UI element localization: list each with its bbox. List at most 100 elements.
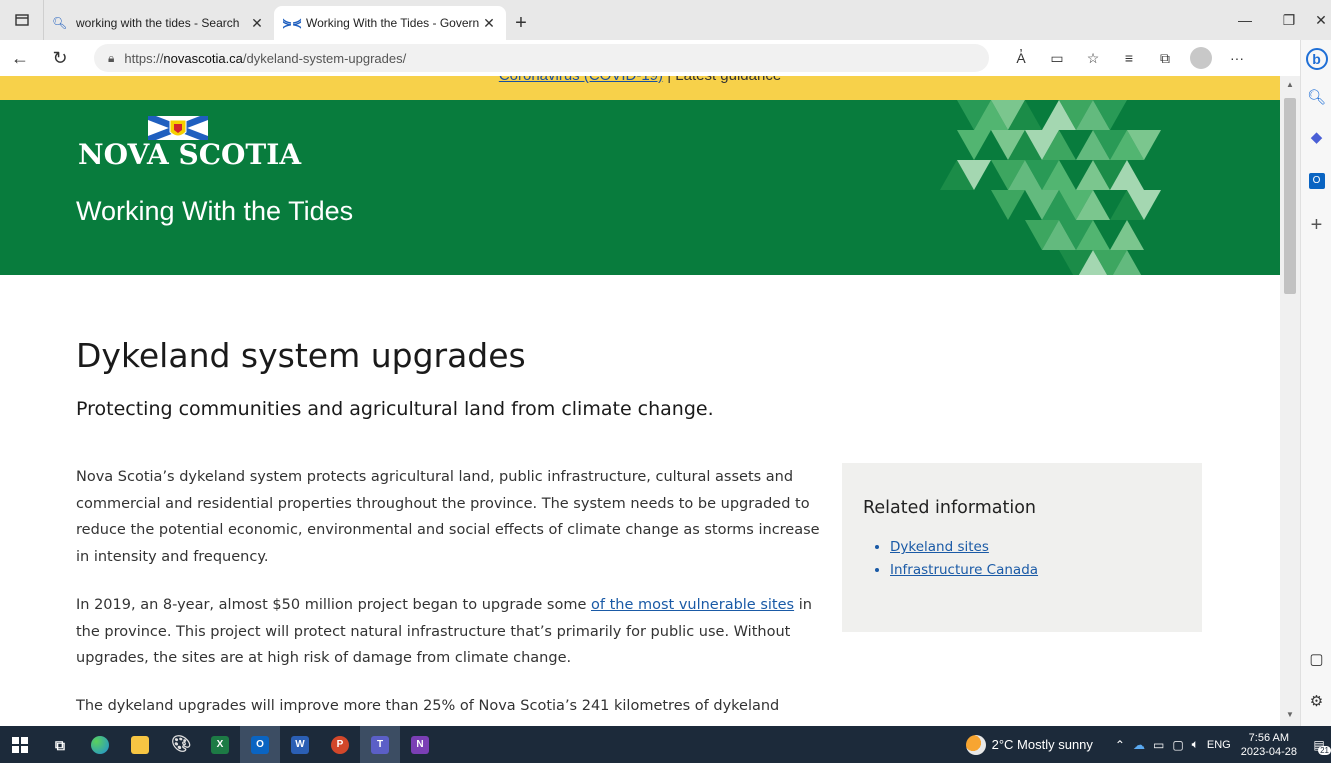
weather-widget[interactable]: 2°C Mostly sunny (965, 734, 1093, 755)
dykeland-sites-link[interactable]: Dykeland sites (890, 539, 989, 555)
minimize-icon[interactable]: — (1223, 0, 1267, 40)
site-banner: NOVA SCOTIA Working With the Tides (0, 100, 1280, 275)
page-title: Dykeland system upgrades (76, 336, 526, 375)
page-scrollbar[interactable]: ▲ ▼ (1280, 76, 1300, 726)
sidebar-settings-icon[interactable]: ⚙ (1301, 692, 1331, 710)
paragraph-2-text: In 2019, an 8-year, almost $50 million p… (76, 597, 591, 613)
alert-separator: | (663, 76, 675, 84)
browser-tab-strip: 🔍︎ working with the tides - Search ✕ ⋟⋞ … (0, 0, 1331, 40)
outlook-icon[interactable]: O (1301, 170, 1331, 189)
favorite-star-icon[interactable]: ☆ (1075, 40, 1111, 76)
back-button[interactable]: ← (0, 40, 40, 76)
decorative-triangle-pattern (940, 100, 1161, 275)
onedrive-icon[interactable]: ☁ (1133, 738, 1145, 752)
favorites-list-icon[interactable]: ≡ (1111, 40, 1147, 76)
immersive-reader-icon[interactable]: ▭ (1039, 40, 1075, 76)
word-button[interactable]: W (280, 726, 320, 763)
pattern-triangle (991, 190, 1025, 220)
notification-button[interactable]: ▤ 21 (1307, 726, 1331, 763)
close-icon[interactable]: ✕ (248, 15, 266, 32)
excel-button[interactable]: X (200, 726, 240, 763)
nova-scotia-flag-icon: ⋟⋞ (282, 16, 303, 30)
sidebar-add-icon[interactable]: + (1301, 214, 1331, 237)
task-view-icon: ⧉ (55, 736, 65, 753)
restore-icon[interactable]: ❐ (1267, 0, 1311, 40)
close-window-icon[interactable]: ✕ (1311, 0, 1331, 40)
sidebar-search-icon[interactable]: 🔍︎ (1301, 88, 1331, 106)
paint-icon: 🎨︎ (171, 735, 192, 753)
teams-icon: T (371, 735, 389, 754)
read-aloud-icon[interactable]: A̓ (1003, 40, 1039, 76)
address-bar[interactable]: 🔒︎ https://novascotia.ca/dykeland-system… (94, 44, 989, 72)
network-icon[interactable]: ▭ (1153, 738, 1164, 752)
powerpoint-icon: P (331, 735, 349, 754)
display-icon[interactable]: ▢ (1172, 738, 1183, 752)
onenote-button[interactable]: N (400, 726, 440, 763)
sidebar-shopping-icon[interactable]: ◆ (1301, 128, 1331, 146)
back-arrow-icon: ← (11, 47, 29, 68)
tab-search[interactable]: 🔍︎ working with the tides - Search ✕ (44, 6, 274, 40)
paragraph-1: Nova Scotia’s dykeland system protects a… (76, 469, 820, 565)
url-path: /dykeland-system-upgrades/ (242, 50, 407, 66)
url-domain: novascotia.ca (163, 50, 243, 66)
related-information-panel: Related information Dykeland sites Infra… (842, 463, 1202, 632)
tab-actions-button[interactable] (0, 0, 44, 40)
weather-text: 2°C Mostly sunny (991, 737, 1093, 752)
scrollbar-thumb[interactable] (1284, 98, 1296, 294)
sun-cloud-icon (965, 734, 986, 755)
paint-button[interactable]: 🎨︎ (160, 726, 200, 763)
onenote-icon: N (411, 735, 429, 754)
site-title[interactable]: Working With the Tides (76, 196, 353, 227)
infrastructure-canada-link[interactable]: Infrastructure Canada (890, 562, 1038, 578)
alert-trailing-text: Latest guidance (675, 76, 781, 84)
notification-count: 21 (1318, 746, 1331, 755)
tab-working-with-the-tides[interactable]: ⋟⋞ Working With the Tides - Govern ✕ (274, 6, 506, 40)
paragraph-3: The dykeland upgrades will improve more … (76, 698, 780, 714)
search-icon: 🔍︎ (52, 16, 68, 30)
edge-icon (91, 735, 109, 754)
profile-avatar[interactable] (1190, 47, 1212, 69)
window-controls: — ❐ ✕ (1223, 0, 1331, 40)
system-tray: 2°C Mostly sunny ⌃ ☁ ▭ ▢ 🔈︎ ENG 7:56 AM … (965, 726, 1331, 763)
bing-chat-icon[interactable]: b (1301, 48, 1331, 70)
edge-sidebar: b 🔍︎ ◆ O + ▢ ⚙ (1300, 40, 1331, 726)
lock-icon: 🔒︎ (108, 50, 115, 65)
tab-title: working with the tides - Search (76, 16, 240, 30)
vulnerable-sites-link[interactable]: of the most vulnerable sites (591, 597, 794, 613)
new-tab-button[interactable]: + (506, 6, 536, 40)
logo-text[interactable]: NOVA SCOTIA (78, 138, 301, 171)
language-indicator[interactable]: ENG (1207, 739, 1231, 751)
related-heading: Related information (863, 498, 1037, 518)
edge-taskbar-button[interactable] (80, 726, 120, 763)
volume-icon[interactable]: 🔈︎ (1192, 737, 1199, 752)
sidebar-panel-icon[interactable]: ▢ (1301, 650, 1331, 668)
pattern-triangle (957, 130, 991, 160)
paragraph-2: In 2019, an 8-year, almost $50 million p… (76, 592, 836, 672)
teams-button[interactable]: T (360, 726, 400, 763)
covid-link[interactable]: Coronavirus (COVID-19) (499, 76, 663, 84)
scroll-down-arrow-icon[interactable]: ▼ (1280, 710, 1300, 719)
url-prefix: https:// (124, 50, 164, 66)
tab-actions-icon (14, 14, 29, 26)
collections-icon[interactable]: ⧉ (1147, 40, 1183, 76)
web-viewport: Coronavirus (COVID-19) | Latest guidance… (0, 76, 1280, 726)
more-options-icon[interactable]: ··· (1219, 40, 1255, 76)
task-view-button[interactable]: ⧉ (40, 726, 80, 763)
outlook-taskbar-button[interactable]: O (240, 726, 280, 763)
outlook-icon: O (251, 735, 269, 754)
clock[interactable]: 7:56 AM 2023-04-28 (1241, 731, 1297, 759)
list-item: Dykeland sites (890, 536, 1038, 559)
folder-icon (131, 735, 149, 754)
close-icon[interactable]: ✕ (480, 15, 498, 32)
related-links-list: Dykeland sites Infrastructure Canada (890, 536, 1038, 582)
list-item: Infrastructure Canada (890, 559, 1038, 582)
chevron-up-icon[interactable]: ⌃ (1115, 738, 1125, 752)
browser-toolbar: ← ↻ 🔒︎ https://novascotia.ca/dykeland-sy… (0, 40, 1300, 76)
scroll-up-arrow-icon[interactable]: ▲ (1280, 80, 1300, 89)
powerpoint-button[interactable]: P (320, 726, 360, 763)
refresh-icon: ↻ (52, 47, 68, 68)
file-explorer-button[interactable] (120, 726, 160, 763)
start-button[interactable] (0, 726, 40, 763)
refresh-button[interactable]: ↻ (40, 40, 80, 76)
word-icon: W (291, 735, 309, 754)
